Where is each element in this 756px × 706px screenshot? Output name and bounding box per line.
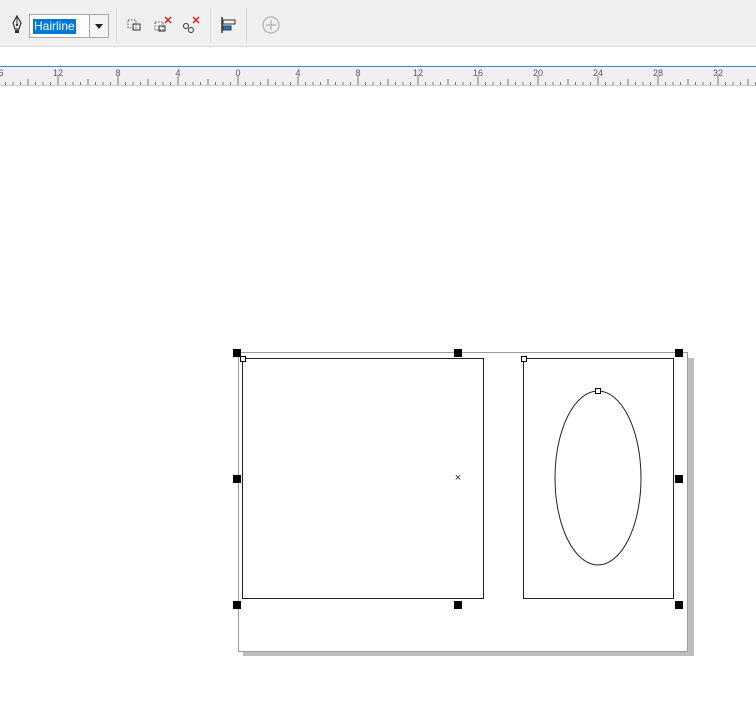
rectangle-shape[interactable]	[242, 358, 484, 599]
toolbar-separator	[210, 8, 211, 42]
ruler-tick-label: 16	[472, 68, 484, 78]
combine-button[interactable]	[124, 14, 146, 36]
selection-handle-bottom-right[interactable]	[675, 601, 683, 609]
ruler-tick-label: 12	[412, 68, 424, 78]
add-button[interactable]	[260, 14, 282, 36]
pen-outline-icon[interactable]	[9, 14, 25, 36]
combine-icon	[127, 19, 141, 31]
outline-width-value[interactable]: Hairline	[33, 19, 76, 34]
ruler-tick-label: 0	[235, 68, 241, 78]
property-bar: Hairline	[0, 0, 756, 47]
align-icon	[221, 17, 236, 33]
ruler-tick-label: 24	[592, 68, 604, 78]
selection-handle-left[interactable]	[233, 475, 241, 483]
ruler-tick-label: 28	[652, 68, 664, 78]
ruler-tick-label: 20	[532, 68, 544, 78]
break-apart-button[interactable]	[152, 14, 174, 36]
selection-handle-top-left[interactable]	[233, 349, 241, 357]
ruler-tick-label: 12	[52, 68, 64, 78]
selection-handle-right[interactable]	[675, 475, 683, 483]
selection-handle-top-right[interactable]	[675, 349, 683, 357]
horizontal-ruler[interactable]: 6 12 8 4 0 4 8 12 16 20 24 28 32	[0, 66, 756, 86]
node-handle[interactable]	[521, 356, 527, 362]
ruler-tick-label: 4	[175, 68, 181, 78]
break-curve-icon	[183, 16, 200, 33]
ruler-tick-label: 8	[355, 68, 361, 78]
toolbar-separator	[116, 8, 117, 42]
ruler-ticks	[5, 76, 756, 85]
ruler-tick-label: 6	[0, 68, 4, 78]
rotation-center-mark[interactable]: ×	[453, 473, 463, 484]
ellipse-shape[interactable]	[554, 389, 644, 569]
outline-width-dropdown[interactable]: Hairline	[29, 14, 109, 38]
add-icon	[262, 16, 280, 34]
ruler-tick-label: 32	[712, 68, 724, 78]
break-apart-icon	[154, 16, 172, 32]
ruler-tick-label: 8	[115, 68, 121, 78]
break-curve-button[interactable]	[180, 14, 202, 36]
align-distribute-button[interactable]	[218, 14, 240, 36]
selection-handle-bottom-left[interactable]	[233, 601, 241, 609]
selection-handle-bottom[interactable]	[454, 601, 462, 609]
node-handle[interactable]	[595, 388, 601, 394]
chevron-down-icon[interactable]	[89, 15, 108, 37]
ruler-tick-label: 4	[295, 68, 301, 78]
selection-handle-top[interactable]	[454, 349, 462, 357]
toolbar-separator	[246, 8, 247, 42]
